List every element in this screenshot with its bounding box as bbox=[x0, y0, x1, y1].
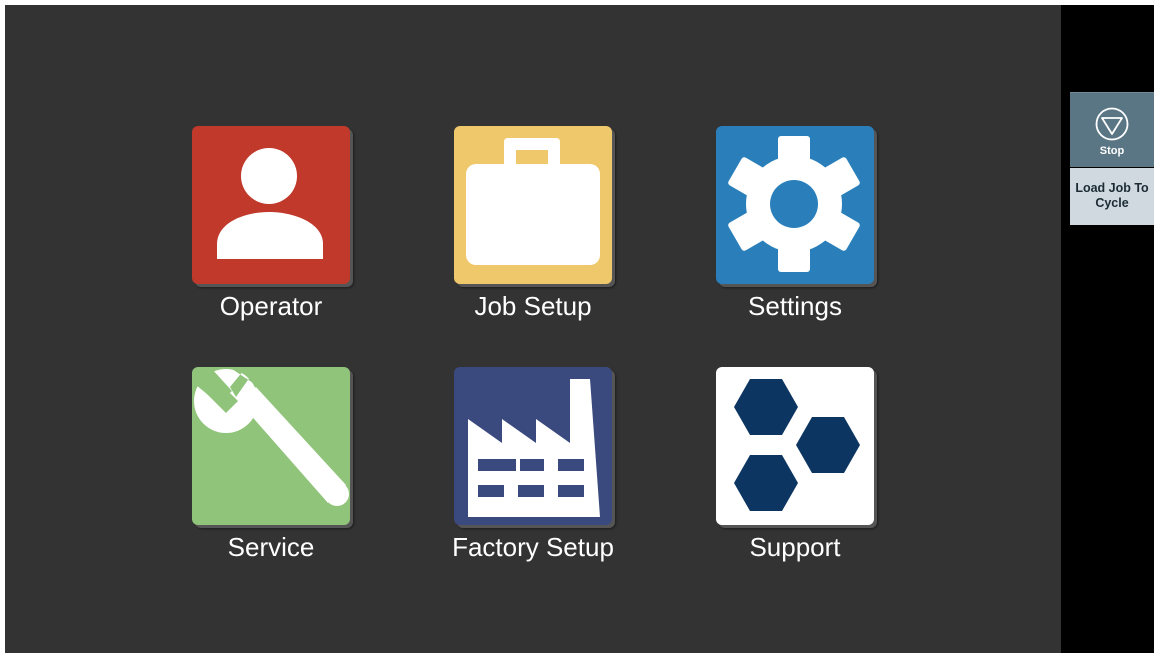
factory-setup-label[interactable]: Factory Setup bbox=[394, 531, 672, 563]
service-tile[interactable]: Service bbox=[192, 367, 350, 562]
job-setup-tile[interactable]: Job Setup bbox=[454, 126, 612, 321]
settings-tile-square[interactable] bbox=[716, 126, 874, 284]
factory-setup-tile[interactable]: Factory Setup bbox=[452, 367, 614, 562]
briefcase-icon bbox=[466, 138, 600, 265]
stop-button[interactable]: Stop bbox=[1070, 92, 1154, 167]
support-tile[interactable]: Support bbox=[716, 367, 874, 562]
load-job-to-cycle-label: Load Job To Cycle bbox=[1075, 181, 1149, 210]
operator-tile[interactable]: Operator bbox=[192, 126, 350, 321]
support-tile-square[interactable] bbox=[716, 367, 874, 525]
service-label[interactable]: Service bbox=[132, 531, 410, 563]
main-menu-panel: Operator Job Setup Settings Service Fact… bbox=[5, 5, 1061, 653]
factory-icon bbox=[468, 379, 600, 517]
operator-label[interactable]: Operator bbox=[132, 290, 410, 322]
service-tile-square[interactable] bbox=[192, 367, 350, 525]
hexagons-icon bbox=[734, 379, 860, 511]
person-icon bbox=[217, 148, 323, 259]
settings-label[interactable]: Settings bbox=[656, 290, 934, 322]
job-setup-label[interactable]: Job Setup bbox=[394, 290, 672, 322]
stop-triangle-icon bbox=[1095, 107, 1129, 141]
stop-label: Stop bbox=[1099, 145, 1125, 157]
support-label[interactable]: Support bbox=[656, 531, 934, 563]
gear-icon bbox=[728, 136, 860, 272]
job-setup-tile-square[interactable] bbox=[454, 126, 612, 284]
side-panel: Stop Load Job To Cycle bbox=[1061, 5, 1154, 653]
wrench-icon bbox=[194, 367, 349, 506]
settings-tile[interactable]: Settings bbox=[716, 126, 874, 321]
factory-setup-tile-square[interactable] bbox=[454, 367, 612, 525]
operator-tile-square[interactable] bbox=[192, 126, 350, 284]
load-job-to-cycle-button[interactable]: Load Job To Cycle bbox=[1070, 168, 1154, 225]
